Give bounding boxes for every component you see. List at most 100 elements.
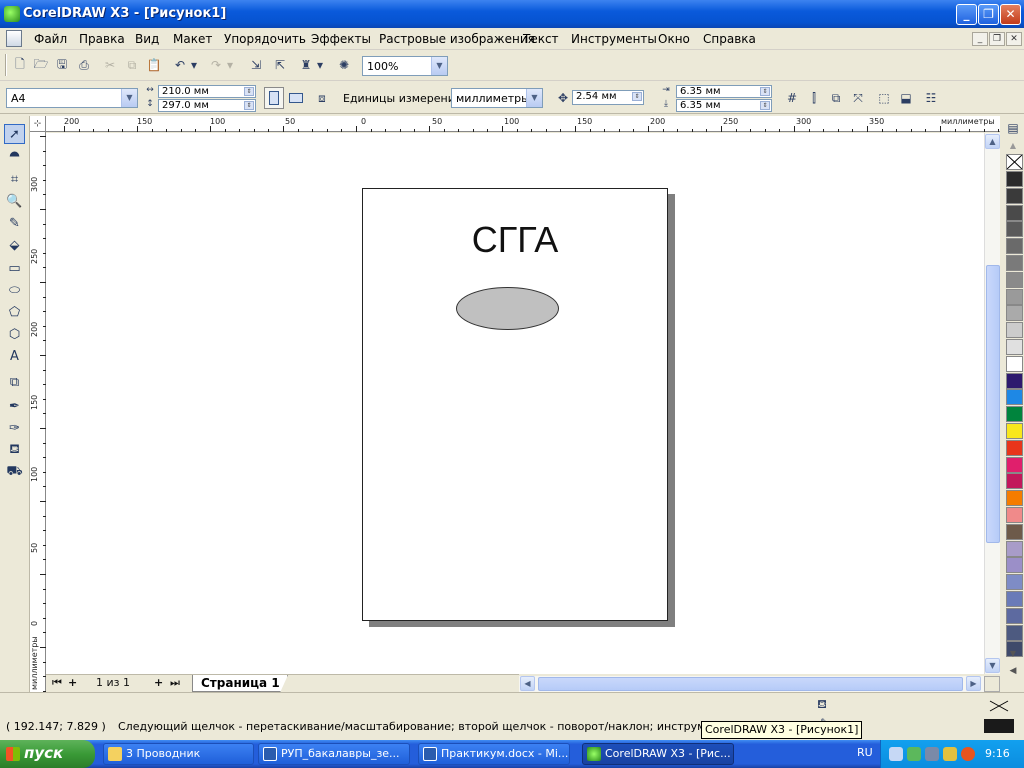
color-swatch[interactable]	[1006, 339, 1023, 355]
print-icon[interactable]: ⎙	[74, 55, 94, 75]
task-coreldraw[interactable]: CorelDRAW X3 - [Рис...	[582, 743, 734, 765]
language-indicator[interactable]: RU	[857, 746, 873, 759]
color-swatch[interactable]	[1006, 221, 1023, 238]
first-page-icon[interactable]: ⏮	[52, 676, 62, 690]
open-icon[interactable]: 🗁	[31, 55, 51, 75]
new-icon[interactable]: 🗋	[10, 55, 30, 75]
network-icon[interactable]	[925, 747, 939, 761]
last-page-icon[interactable]: ⏭	[170, 676, 180, 690]
color-swatch[interactable]	[1006, 389, 1023, 406]
color-swatch[interactable]	[1006, 171, 1023, 187]
freehand-tool-icon[interactable]: ✎	[4, 213, 25, 233]
tab-page-1[interactable]: Страница 1	[192, 675, 288, 692]
color-swatch[interactable]	[1006, 624, 1023, 641]
color-swatch[interactable]	[1006, 187, 1023, 204]
vertical-ruler[interactable]: 300 250 200 150 100 50 0 миллиметры	[30, 132, 46, 692]
crop-tool-icon[interactable]: ⌗	[4, 169, 25, 189]
text-tool-icon[interactable]: A	[4, 346, 25, 366]
redo-icon[interactable]: ↷	[206, 55, 226, 75]
snap-to-guidelines-icon[interactable]: ⫿	[804, 88, 824, 108]
zoom-tool-icon[interactable]: 🔍	[4, 191, 25, 211]
menu-edit[interactable]: Правка	[79, 32, 125, 46]
ruler-origin[interactable]: ⊹	[30, 116, 46, 132]
page-height-field[interactable]: 297.0 мм ⇕	[158, 99, 256, 112]
color-swatch[interactable]	[1006, 288, 1023, 305]
outline-tool-icon[interactable]: ✑	[4, 418, 25, 438]
interactive-blend-tool-icon[interactable]: ⧉	[4, 372, 25, 392]
welcome-screen-icon[interactable]: ✺	[334, 55, 354, 75]
color-swatch[interactable]	[1006, 406, 1023, 423]
duplicate-x-field[interactable]: 6.35 мм ⇕	[676, 85, 772, 98]
save-icon[interactable]: 🖫	[52, 55, 72, 75]
chevron-down-icon[interactable]: ▼	[431, 57, 447, 75]
horizontal-ruler[interactable]: 200 150 100 50 0 50 100 150 200 250 300 …	[46, 116, 1014, 132]
color-swatch[interactable]	[1006, 355, 1023, 372]
cut-icon[interactable]: ✂	[100, 55, 120, 75]
drawing-canvas[interactable]: СГГА	[46, 133, 984, 674]
color-swatch[interactable]	[1006, 473, 1023, 490]
ellipse-object[interactable]	[456, 287, 559, 330]
polygon-tool-icon[interactable]: ⬠	[4, 302, 25, 322]
navigator-button[interactable]	[984, 676, 1000, 692]
snap-to-objects-icon[interactable]: ⧉	[826, 88, 846, 108]
paste-icon[interactable]: 📋	[144, 55, 164, 75]
shape-tool-icon[interactable]: ⯊	[4, 147, 25, 167]
task-word-doc-2[interactable]: Практикум.docx - Mi...	[418, 743, 570, 765]
duplicate-y-field[interactable]: 6.35 мм ⇕	[676, 99, 772, 112]
color-swatch[interactable]	[1006, 574, 1023, 591]
app-launcher-dropdown-icon[interactable]: ▾	[314, 55, 326, 75]
color-swatch[interactable]	[1006, 322, 1023, 339]
menu-effects[interactable]: Эффекты	[311, 32, 371, 46]
portrait-button[interactable]	[264, 87, 284, 109]
close-button[interactable]: ✕	[1000, 4, 1021, 25]
paper-size-select[interactable]: A4 ▼	[6, 88, 138, 108]
maximize-button[interactable]: ❐	[978, 4, 999, 25]
color-swatch[interactable]	[1006, 490, 1023, 507]
options-icon[interactable]: ☷	[921, 88, 941, 108]
color-swatch[interactable]	[1006, 204, 1023, 221]
scroll-up-icon[interactable]: ▲	[985, 134, 1000, 149]
spin-arrows-icon[interactable]: ⇕	[760, 87, 770, 96]
color-swatch[interactable]	[1006, 557, 1023, 574]
add-page-after-icon[interactable]: +	[154, 676, 163, 689]
scroll-left-icon[interactable]: ◀	[520, 676, 535, 691]
start-button[interactable]: пуск	[0, 740, 95, 768]
page-width-field[interactable]: 210.0 мм ⇕	[158, 85, 256, 98]
copy-icon[interactable]: ⧉	[122, 55, 142, 75]
undo-icon[interactable]: ↶	[170, 55, 190, 75]
task-explorer[interactable]: 3 Проводник	[103, 743, 254, 765]
rectangle-tool-icon[interactable]: ▭	[4, 258, 25, 278]
color-swatch[interactable]	[1006, 255, 1023, 271]
chevron-down-icon[interactable]: ▼	[121, 89, 137, 107]
fill-color-none-swatch[interactable]	[984, 699, 1014, 713]
pick-tool-icon[interactable]: ➚	[4, 124, 25, 144]
add-page-before-icon[interactable]: +	[68, 676, 77, 689]
color-swatch[interactable]	[1006, 238, 1023, 255]
no-color-swatch[interactable]	[1006, 154, 1023, 170]
landscape-button[interactable]	[286, 87, 306, 109]
menu-arrange[interactable]: Упорядочить	[224, 32, 306, 46]
color-swatch[interactable]	[1006, 456, 1023, 473]
scroll-down-icon[interactable]: ▼	[985, 658, 1000, 673]
page-layout-icon[interactable]: ⧈	[312, 88, 332, 108]
menu-window[interactable]: Окно	[658, 32, 690, 46]
text-object[interactable]: СГГА	[363, 219, 667, 261]
security-icon[interactable]	[943, 747, 957, 761]
ellipse-tool-icon[interactable]: ⬭	[4, 280, 25, 300]
document-icon[interactable]	[6, 30, 22, 47]
import-icon[interactable]: ⇲	[246, 55, 266, 75]
title-bar[interactable]: CorelDRAW X3 - [Рисунок1] _ ❐ ✕	[0, 0, 1024, 28]
color-swatch[interactable]	[1006, 305, 1023, 322]
palette-scroll-down-icon[interactable]: ▼	[1004, 646, 1022, 660]
spin-arrows-icon[interactable]: ⇕	[244, 87, 254, 96]
menu-layout[interactable]: Макет	[173, 32, 212, 46]
color-swatch[interactable]	[1006, 591, 1023, 607]
minimize-button[interactable]: _	[956, 4, 977, 25]
units-select[interactable]: миллиметры ▼	[451, 88, 543, 108]
snap-to-grid-icon[interactable]: #	[782, 88, 802, 108]
menu-view[interactable]: Вид	[135, 32, 159, 46]
task-word-doc-1[interactable]: РУП_бакалавры_зе...	[258, 743, 410, 765]
menu-bitmaps[interactable]: Растровые изображения	[379, 32, 535, 46]
menu-help[interactable]: Справка	[703, 32, 756, 46]
interactive-fill-tool-icon[interactable]: ⛟	[4, 462, 25, 482]
